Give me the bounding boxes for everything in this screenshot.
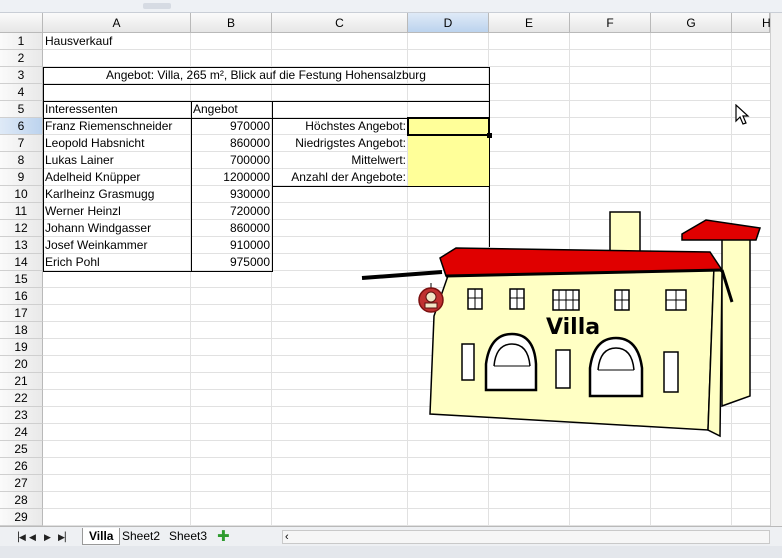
cell-a5-header[interactable]: Interessenten xyxy=(43,101,120,118)
row-header[interactable]: 1 xyxy=(0,33,43,50)
status-bar xyxy=(0,546,782,558)
row-header[interactable]: 18 xyxy=(0,322,43,339)
row-header[interactable]: 2 xyxy=(0,50,43,67)
bidder-name[interactable]: Adelheid Knüpper xyxy=(43,169,191,186)
table-border xyxy=(43,271,272,272)
row-header[interactable]: 16 xyxy=(0,288,43,305)
row-header[interactable]: 7 xyxy=(0,135,43,152)
cell-b5-header[interactable]: Angebot xyxy=(191,101,240,118)
tab-sheet2[interactable]: Sheet2 xyxy=(116,528,166,545)
bidder-offer[interactable]: 975000 xyxy=(191,254,272,271)
row-header[interactable]: 22 xyxy=(0,390,43,407)
cell-d7[interactable] xyxy=(408,135,489,152)
row-header[interactable]: 29 xyxy=(0,509,43,526)
bidder-name[interactable]: Karlheinz Grasmugg xyxy=(43,186,191,203)
first-sheet-icon[interactable]: ▕◀ xyxy=(12,530,26,544)
bidder-offer[interactable]: 860000 xyxy=(191,135,272,152)
column-header-a[interactable]: A xyxy=(43,13,191,33)
bidder-offer[interactable]: 720000 xyxy=(191,203,272,220)
bidder-name[interactable]: Franz Riemenschneider xyxy=(43,118,191,135)
row-header[interactable]: 28 xyxy=(0,492,43,509)
column-header-h[interactable]: H xyxy=(732,13,771,33)
row-header[interactable]: 27 xyxy=(0,475,43,492)
row-header[interactable]: 4 xyxy=(0,84,43,101)
tab-villa[interactable]: Villa xyxy=(82,528,121,545)
bidder-name[interactable]: Johann Windgasser xyxy=(43,220,191,237)
row-header[interactable]: 6 xyxy=(0,118,43,135)
row-header[interactable]: 17 xyxy=(0,305,43,322)
plus-icon[interactable]: ✚ xyxy=(213,528,234,545)
label-offer-count[interactable]: Anzahl der Angebote: xyxy=(272,169,408,186)
cell-a3-offer[interactable]: Angebot: Villa, 265 m², Blick auf die Fe… xyxy=(43,67,489,84)
row-header[interactable]: 26 xyxy=(0,458,43,475)
mouse-pointer-icon xyxy=(735,104,750,125)
bidder-offer[interactable]: 700000 xyxy=(191,152,272,169)
last-sheet-icon[interactable]: ▶▏ xyxy=(58,530,72,544)
column-header-b[interactable]: B xyxy=(191,13,272,33)
row-header[interactable]: 20 xyxy=(0,356,43,373)
row-header[interactable]: 24 xyxy=(0,424,43,441)
active-cell-cursor[interactable] xyxy=(407,117,490,136)
column-header-d[interactable]: D xyxy=(408,13,489,33)
row-header[interactable]: 25 xyxy=(0,441,43,458)
fill-handle[interactable] xyxy=(487,133,492,138)
table-border xyxy=(43,84,489,85)
anchor-icon[interactable] xyxy=(416,283,446,315)
horizontal-scrollbar[interactable]: ‹ xyxy=(282,530,770,544)
row-header[interactable]: 3 xyxy=(0,67,43,84)
row-header[interactable]: 8 xyxy=(0,152,43,169)
bidder-name[interactable]: Josef Weinkammer xyxy=(43,237,191,254)
table-border xyxy=(272,186,489,187)
next-sheet-icon[interactable]: ▶ xyxy=(42,530,53,544)
column-header-c[interactable]: C xyxy=(272,13,408,33)
bidder-offer[interactable]: 970000 xyxy=(191,118,272,135)
villa-sign: Villa xyxy=(546,315,600,340)
bidder-name[interactable]: Lukas Lainer xyxy=(43,152,191,169)
label-lowest-offer[interactable]: Niedrigstes Angebot: xyxy=(272,135,408,152)
cell-d8[interactable] xyxy=(408,152,489,169)
bidder-name[interactable]: Leopold Habsnicht xyxy=(43,135,191,152)
vertical-scrollbar[interactable] xyxy=(770,13,782,526)
row-header[interactable]: 13 xyxy=(0,237,43,254)
bidder-offer[interactable]: 930000 xyxy=(191,186,272,203)
row-header[interactable]: 19 xyxy=(0,339,43,356)
row-header[interactable]: 5 xyxy=(0,101,43,118)
window-top-strip xyxy=(0,0,782,13)
row-header[interactable]: 10 xyxy=(0,186,43,203)
row-header[interactable]: 15 xyxy=(0,271,43,288)
chimney-left xyxy=(609,211,641,253)
row-header[interactable]: 23 xyxy=(0,407,43,424)
bidder-offer[interactable]: 1200000 xyxy=(191,169,272,186)
label-average[interactable]: Mittelwert: xyxy=(272,152,408,169)
column-header-g[interactable]: G xyxy=(651,13,732,33)
column-header-e[interactable]: E xyxy=(489,13,570,33)
bidder-name[interactable]: Erich Pohl xyxy=(43,254,191,271)
tab-mark xyxy=(143,3,171,9)
prev-sheet-icon[interactable]: ◀ xyxy=(27,530,38,544)
bidder-name[interactable]: Werner Heinzl xyxy=(43,203,191,220)
select-all-corner[interactable] xyxy=(0,13,43,33)
bidder-offer[interactable]: 910000 xyxy=(191,237,272,254)
row-header[interactable]: 21 xyxy=(0,373,43,390)
cell-d9[interactable] xyxy=(408,169,489,186)
column-header-f[interactable]: F xyxy=(570,13,651,33)
scroll-left-icon[interactable]: ‹ xyxy=(285,531,289,543)
row-header[interactable]: 11 xyxy=(0,203,43,220)
spreadsheet-window: A B C D E F G H 1 2 3 4 5 6 7 8 9 10 11 … xyxy=(0,0,782,558)
tab-sheet3[interactable]: Sheet3 xyxy=(163,528,213,545)
label-highest-offer[interactable]: Höchstes Angebot: xyxy=(272,118,408,135)
bidder-offer[interactable]: 860000 xyxy=(191,220,272,237)
villa-drawing[interactable]: Villa xyxy=(360,206,770,438)
row-header[interactable]: 12 xyxy=(0,220,43,237)
sheet-tab-bar: ▕◀ ◀ ▶ ▶▏ Villa Sheet2 Sheet3 ✚ ‹ xyxy=(0,526,782,546)
cell-a1-title[interactable]: Hausverkauf xyxy=(43,33,114,50)
row-header[interactable]: 9 xyxy=(0,169,43,186)
row-header[interactable]: 14 xyxy=(0,254,43,271)
